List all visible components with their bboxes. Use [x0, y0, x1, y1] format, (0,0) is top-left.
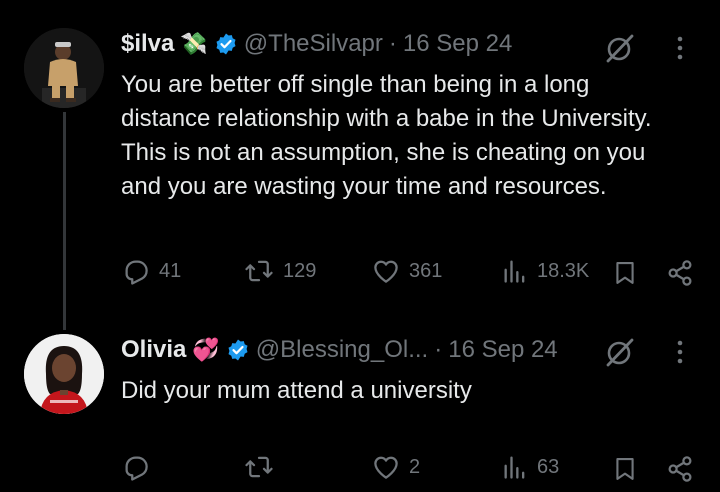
verified-badge-icon — [228, 339, 248, 361]
like-button[interactable]: 2 — [371, 452, 420, 482]
like-count: 2 — [409, 455, 421, 478]
repost-icon — [245, 456, 273, 478]
separator: · — [434, 336, 443, 363]
repost-button[interactable]: 129 — [243, 256, 316, 286]
views-button[interactable]: 18.3K — [501, 256, 589, 286]
like-button[interactable]: 361 — [371, 256, 442, 286]
reply-icon — [125, 260, 148, 285]
separator: · — [388, 30, 397, 57]
like-count: 361 — [409, 259, 443, 282]
timestamp[interactable]: 16 Sep 24 — [403, 30, 512, 58]
avatar-olivia[interactable] — [24, 334, 104, 414]
display-name[interactable]: Olivia — [121, 336, 186, 364]
share-icon[interactable] — [665, 454, 695, 484]
reply-icon — [125, 456, 148, 481]
reply-button[interactable] — [121, 452, 159, 482]
avatar-silva[interactable] — [24, 28, 104, 108]
reply-count: 41 — [159, 259, 182, 282]
verified-badge-icon — [216, 33, 236, 55]
views-button[interactable]: 63 — [501, 452, 559, 482]
bookmark-icon[interactable] — [611, 454, 639, 484]
tweet-header: Olivia 💞 @Blessing_Ol... · 16 Sep 24 — [121, 336, 558, 364]
display-name[interactable]: $ilva — [121, 30, 174, 58]
views-icon — [504, 456, 525, 479]
repost-icon — [245, 260, 273, 282]
more-icon[interactable] — [674, 34, 686, 62]
hearts-emoji: 💞 — [192, 337, 220, 362]
repost-button[interactable] — [243, 452, 283, 482]
view-count: 63 — [537, 455, 560, 478]
more-icon[interactable] — [674, 338, 686, 366]
views-icon — [504, 260, 525, 283]
tweet-silva[interactable]: $ilva 💸 @TheSilvapr · 16 Sep 24 You are … — [0, 0, 720, 330]
tweet-header: $ilva 💸 @TheSilvapr · 16 Sep 24 — [121, 30, 512, 58]
action-bar: 41 129 361 18.3K — [121, 256, 701, 290]
money-emoji: 💸 — [180, 31, 208, 56]
tweet-text: You are better off single than being in … — [121, 71, 652, 200]
action-bar: 2 63 — [121, 452, 701, 486]
reply-button[interactable]: 41 — [121, 256, 181, 286]
grok-icon[interactable] — [604, 336, 636, 368]
grok-icon[interactable] — [604, 32, 636, 64]
timestamp[interactable]: 16 Sep 24 — [448, 336, 557, 364]
share-icon[interactable] — [665, 258, 695, 288]
like-icon — [374, 260, 398, 283]
handle[interactable]: @TheSilvapr — [244, 30, 383, 58]
tweet-text: Did your mum attend a university — [121, 377, 472, 404]
tweet-olivia[interactable]: Olivia 💞 @Blessing_Ol... · 16 Sep 24 Did… — [0, 320, 720, 492]
view-count: 18.3K — [537, 259, 590, 282]
bookmark-icon[interactable] — [611, 258, 639, 288]
repost-count: 129 — [283, 259, 317, 282]
handle[interactable]: @Blessing_Ol... — [256, 336, 428, 364]
thread-line — [63, 112, 66, 330]
like-icon — [374, 456, 398, 479]
